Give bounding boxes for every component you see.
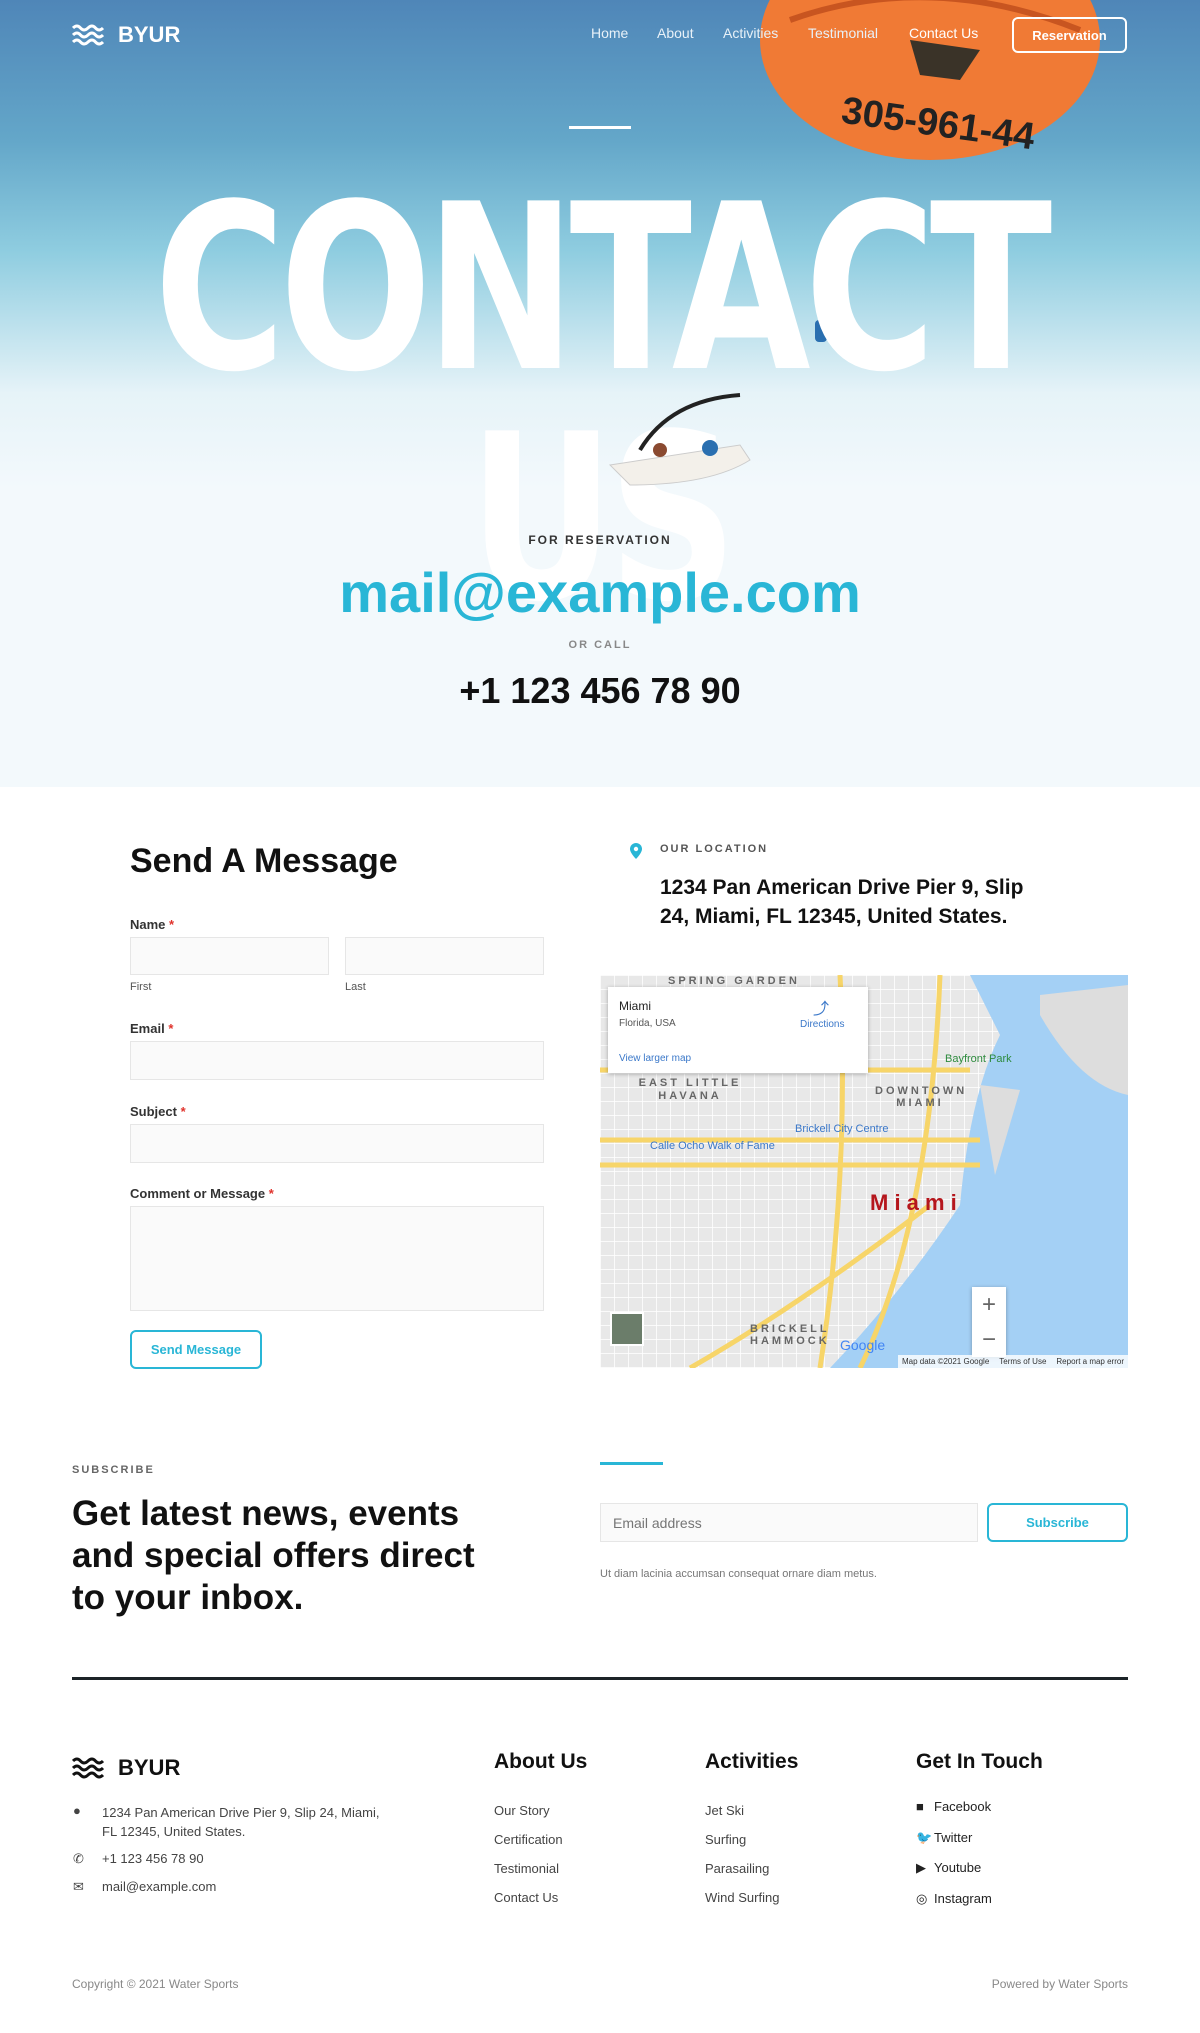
- divider: [569, 126, 631, 129]
- email-label: Email *: [130, 1021, 174, 1036]
- comment-textarea[interactable]: [130, 1206, 544, 1311]
- nav-contact-us[interactable]: Contact Us: [909, 25, 978, 41]
- report-link[interactable]: Report a map error: [1056, 1357, 1124, 1366]
- footer-link[interactable]: Parasailing: [705, 1854, 779, 1883]
- map-info-card: Miami Florida, USA View larger map ⤴ Dir…: [608, 987, 868, 1073]
- email-input[interactable]: [130, 1041, 544, 1080]
- footer-link[interactable]: Wind Surfing: [705, 1883, 779, 1912]
- facebook-icon: ■: [916, 1799, 924, 1814]
- nav-home[interactable]: Home: [591, 25, 628, 41]
- footer-social-links: ■ Facebook 🐦 Twitter ▶ Youtube ◎ Instagram: [916, 1792, 992, 1914]
- directions-link[interactable]: Directions: [800, 1019, 844, 1030]
- footer-divider: [72, 1677, 1128, 1680]
- envelope-icon: ✉: [73, 1879, 84, 1894]
- twitter-icon: 🐦: [916, 1829, 933, 1845]
- terms-link[interactable]: Terms of Use: [999, 1357, 1046, 1366]
- map-label: EAST LITTLE HAVANA: [638, 1077, 742, 1102]
- footer-link[interactable]: Contact Us: [494, 1883, 563, 1912]
- subscribe-note: Ut diam lacinia accumsan consequat ornar…: [600, 1568, 877, 1580]
- subscribe-email-input[interactable]: [600, 1503, 978, 1542]
- map-zoom-controls: + −: [972, 1287, 1006, 1357]
- subject-input[interactable]: [130, 1124, 544, 1163]
- footer-activities-links: Jet Ski Surfing Parasailing Wind Surfing: [705, 1796, 779, 1912]
- directions-icon[interactable]: ⤴: [813, 995, 829, 1019]
- first-name-input[interactable]: [130, 937, 329, 975]
- reservation-label: FOR RESERVATION: [528, 533, 672, 547]
- footer-activities-title: Activities: [705, 1750, 799, 1773]
- zoom-in-button[interactable]: +: [972, 1287, 1006, 1322]
- footer-about-links: Our Story Certification Testimonial Contact…: [494, 1796, 563, 1912]
- subject-label: Subject *: [130, 1104, 186, 1119]
- twitter-link[interactable]: 🐦 Twitter: [916, 1823, 992, 1854]
- reservation-email[interactable]: mail@example.com: [0, 560, 1200, 625]
- comment-label: Comment or Message *: [130, 1186, 274, 1201]
- footer-link[interactable]: Jet Ski: [705, 1796, 779, 1825]
- footer-link[interactable]: Surfing: [705, 1825, 779, 1854]
- waves-icon: [72, 1757, 104, 1779]
- footer-phone[interactable]: +1 123 456 78 90: [102, 1851, 204, 1866]
- footer-link[interactable]: Testimonial: [494, 1854, 563, 1883]
- footer-link[interactable]: Certification: [494, 1825, 563, 1854]
- location-label: OUR LOCATION: [660, 843, 769, 855]
- nav-about[interactable]: About: [657, 25, 694, 41]
- map-marker-icon: ●: [73, 1803, 81, 1818]
- map-label: DOWNTOWN MIAMI: [875, 1085, 968, 1109]
- map-label: Calle Ocho Walk of Fame: [650, 1140, 775, 1152]
- name-label: Name *: [130, 917, 175, 932]
- instagram-link[interactable]: ◎ Instagram: [916, 1884, 992, 1915]
- footer-link[interactable]: Our Story: [494, 1796, 563, 1825]
- location-pin-icon: [630, 843, 642, 859]
- map[interactable]: EAST LITTLE HAVANA SPRING GARDEN DOWNTOW…: [600, 975, 1128, 1368]
- map-label: SPRING GARDEN: [668, 975, 800, 987]
- facebook-link[interactable]: ■ Facebook: [916, 1792, 992, 1823]
- reservation-button[interactable]: Reservation: [1012, 17, 1127, 53]
- hero: 305-961-44 BYUR Home About Activities Te…: [0, 0, 1200, 787]
- map-label: Brickell City Centre: [795, 1123, 889, 1135]
- footer-email[interactable]: mail@example.com: [102, 1879, 216, 1894]
- powered-by: Powered by Water Sports: [991, 1977, 1128, 1991]
- map-label: BRICKELL HAMMOCK: [750, 1323, 830, 1347]
- subscribe-button[interactable]: Subscribe: [987, 1503, 1128, 1542]
- footer-address: 1234 Pan American Drive Pier 9, Slip 24,…: [102, 1805, 380, 1839]
- satellite-toggle[interactable]: [610, 1312, 644, 1346]
- map-city-label: M i a m i: [870, 1190, 957, 1215]
- view-larger-map-link[interactable]: View larger map: [619, 1053, 691, 1064]
- brand-name: BYUR: [118, 22, 181, 47]
- form-title: Send A Message: [130, 842, 398, 880]
- phone-icon: ✆: [73, 1851, 84, 1866]
- subscribe-label: SUBSCRIBE: [72, 1464, 155, 1476]
- copyright: Copyright © 2021 Water Sports: [72, 1977, 239, 1991]
- instagram-icon: ◎: [916, 1890, 928, 1906]
- brand-logo[interactable]: BYUR: [72, 22, 180, 48]
- map-attribution: Map data ©2021 Google Terms of Use Report …: [897, 1355, 1128, 1368]
- youtube-link[interactable]: ▶ Youtube: [916, 1853, 992, 1884]
- subscribe-heading: Get latest news, events and special offer…: [72, 1494, 475, 1617]
- nav-testimonial[interactable]: Testimonial: [808, 25, 878, 41]
- zoom-out-button[interactable]: −: [972, 1322, 1006, 1357]
- boat-image: [608, 393, 751, 486]
- last-name-input[interactable]: [345, 937, 544, 975]
- last-label: Last: [345, 981, 366, 993]
- waves-icon: [72, 24, 104, 46]
- map-region: Florida, USA: [619, 1018, 676, 1029]
- reservation-phone[interactable]: +1 123 456 78 90: [0, 670, 1200, 712]
- footer-about-title: About Us: [494, 1750, 588, 1773]
- footer-social-title: Get In Touch: [916, 1750, 1043, 1773]
- google-logo: Google: [840, 1337, 886, 1353]
- first-label: First: [130, 981, 152, 993]
- accent-line: [600, 1462, 663, 1465]
- youtube-icon: ▶: [916, 1860, 926, 1875]
- footer-logo[interactable]: BYUR: [72, 1755, 180, 1781]
- send-message-button[interactable]: Send Message: [130, 1330, 262, 1369]
- nav-activities[interactable]: Activities: [723, 25, 778, 41]
- or-call-label: OR CALL: [568, 639, 632, 651]
- location-address: 1234 Pan American Drive Pier 9, Slip 24, …: [660, 876, 1024, 928]
- map-label: Bayfront Park: [945, 1053, 1012, 1065]
- map-place-name: Miami: [619, 999, 651, 1013]
